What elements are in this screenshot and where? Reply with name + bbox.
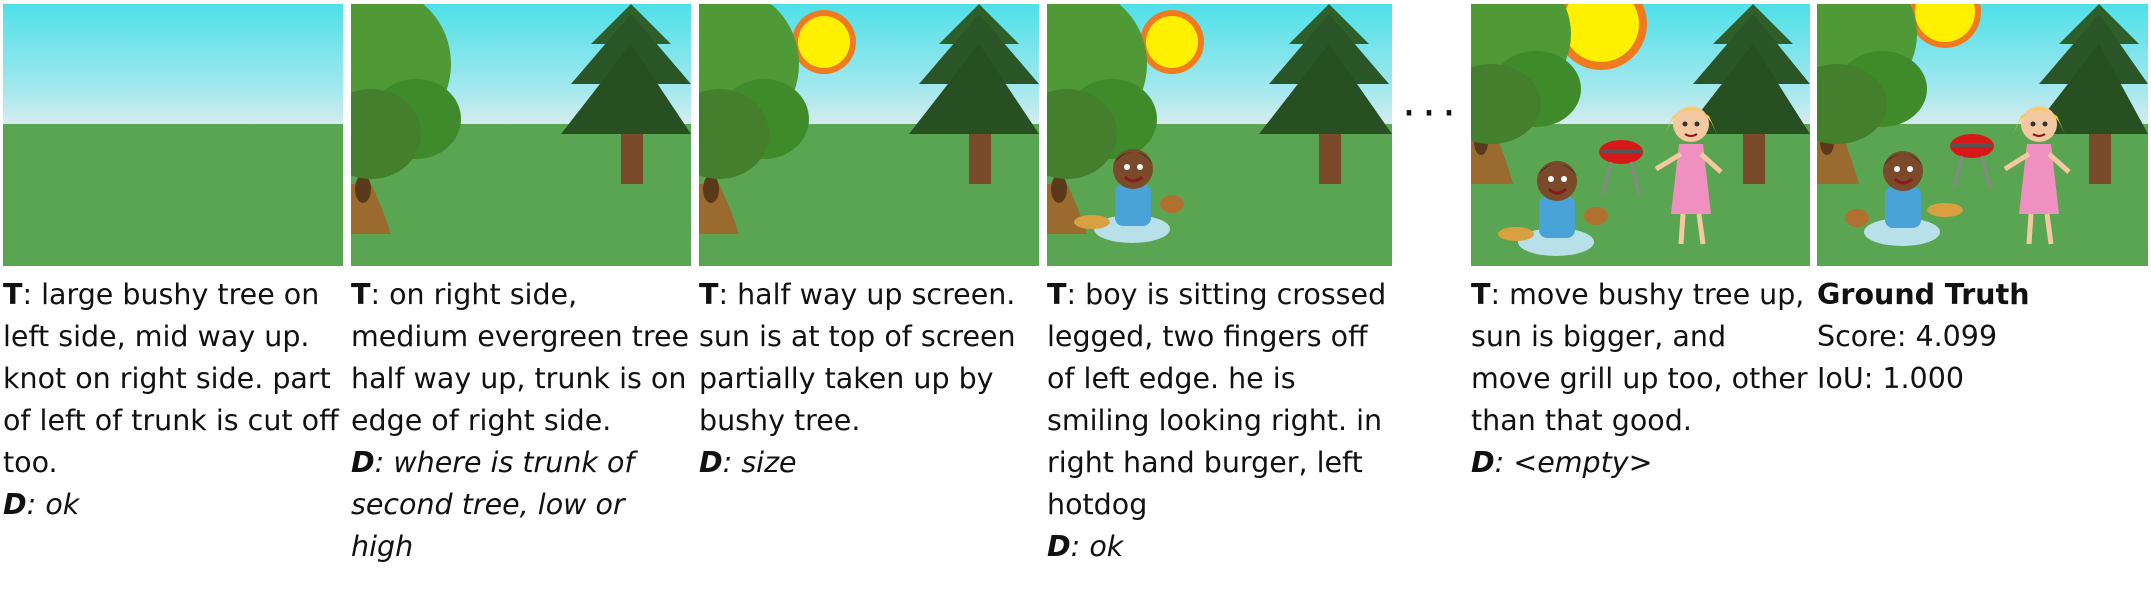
teller-text: : on right side, medium evergreen tree h… [351,278,690,437]
sun-icon [792,10,856,74]
hotdog-icon [1927,203,1963,217]
teller-label: T [1047,278,1067,311]
teller-label: T [3,278,23,311]
drawer-label: D [1471,446,1495,479]
drawer-label: D [3,488,27,521]
panel-1: T: large bushy tree on left side, mid wa… [3,4,343,526]
scene-ground-truth [1817,4,2148,266]
panel-3: T: half way up screen. sun is at top of … [699,4,1039,484]
burger-icon [1584,207,1608,225]
panel-ground-truth: Ground Truth Score: 4.099 IoU: 1.000 [1817,4,2148,400]
teller-label: T [1471,278,1491,311]
caption-4: T: boy is sitting crossed legged, two fi… [1047,274,1392,568]
ground-truth-title: Ground Truth [1817,278,2030,311]
scene-with-boy [1047,4,1392,266]
caption-2: T: on right side, medium evergreen tree … [351,274,691,568]
burger-icon [1845,209,1869,227]
drawer-text: : size [722,446,797,479]
teller-label: T [699,278,719,311]
teller-text: : move bushy tree up, sun is bigger, and… [1471,278,1808,437]
panel-2: T: on right side, medium evergreen tree … [351,4,691,568]
ground-truth-iou: IoU: 1.000 [1817,362,1964,395]
scene-two-trees [351,4,691,266]
scene-grass-only [3,4,343,266]
drawer-text: : ok [1070,530,1124,563]
drawer-text: : <empty> [1494,446,1653,479]
hotdog-icon [1498,227,1534,241]
drawer-text: : ok [26,488,80,521]
panel-5: T: move bushy tree up, sun is bigger, an… [1471,4,1810,484]
ground-truth-score: Score: 4.099 [1817,320,1998,353]
teller-label: T [351,278,371,311]
hotdog-icon [1074,215,1110,229]
scene-final-round [1471,4,1810,266]
drawer-text: : where is trunk of second tree, low or … [351,446,635,563]
caption-5: T: move bushy tree up, sun is bigger, an… [1471,274,1810,484]
teller-text: : half way up screen. sun is at top of s… [699,278,1016,437]
sun-icon [1140,10,1204,74]
drawer-label: D [351,446,375,479]
panel-4: T: boy is sitting crossed legged, two fi… [1047,4,1392,568]
drawer-label: D [699,446,723,479]
teller-text: : boy is sitting crossed legged, two fin… [1047,278,1387,521]
scene-trees-sun [699,4,1039,266]
caption-1: T: large bushy tree on left side, mid wa… [3,274,343,526]
teller-text: : large bushy tree on left side, mid way… [3,278,339,479]
caption-3: T: half way up screen. sun is at top of … [699,274,1039,484]
drawer-label: D [1047,530,1071,563]
burger-icon [1160,195,1184,213]
caption-ground-truth: Ground Truth Score: 4.099 IoU: 1.000 [1817,274,2148,400]
ellipsis: ··· [1402,88,1462,139]
